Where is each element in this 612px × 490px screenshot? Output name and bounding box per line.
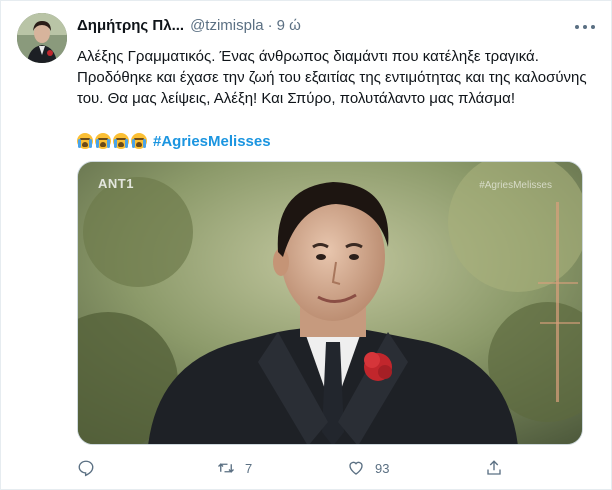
avatar-image [17,13,67,63]
heart-icon [349,461,363,475]
loudly-crying-face-icon [113,133,129,149]
reply-button[interactable] [77,458,95,478]
retweet-button[interactable]: 7 [217,458,252,478]
author-name[interactable]: Δημήτρης Πλ... [77,17,184,34]
tweet-timestamp[interactable]: 9 ώ [277,17,301,34]
reply-icon [78,460,94,477]
channel-logo: ANT1 [98,176,134,191]
tweet-text: Αλέξης Γραμματικός. Ένας άνθρωπος διαμάν… [77,48,587,107]
tweet-media[interactable]: ANT1 #AgriesMelisses [77,161,583,445]
share-button[interactable] [485,458,503,478]
author-handle[interactable]: @tzimispla [190,17,264,34]
retweet-count: 7 [245,460,253,476]
emoji-hashtag-line: #AgriesMelisses [77,131,271,151]
loudly-crying-face-icon [77,133,93,149]
retweet-icon [218,463,234,473]
share-icon [487,460,501,475]
tweet-header: Δημήτρης Πλ... @tzimispla · 9 ώ [77,15,301,35]
separator-dot: · [267,16,273,34]
loudly-crying-face-icon [95,133,111,149]
like-count: 93 [375,460,390,476]
media-watermark: #AgriesMelisses [479,180,552,191]
loudly-crying-face-icon [131,133,147,149]
tweet-card[interactable]: Δημήτρης Πλ... @tzimispla · 9 ώ Αλέξης Γ… [0,0,612,490]
media-image [78,162,582,444]
like-button[interactable]: 93 [347,458,389,478]
avatar[interactable] [17,13,67,63]
crying-emoji-group [77,133,147,149]
tweet-actions: 7 93 [77,458,517,478]
hashtag-link[interactable]: #AgriesMelisses [153,133,271,150]
more-options-icon[interactable] [573,19,597,35]
